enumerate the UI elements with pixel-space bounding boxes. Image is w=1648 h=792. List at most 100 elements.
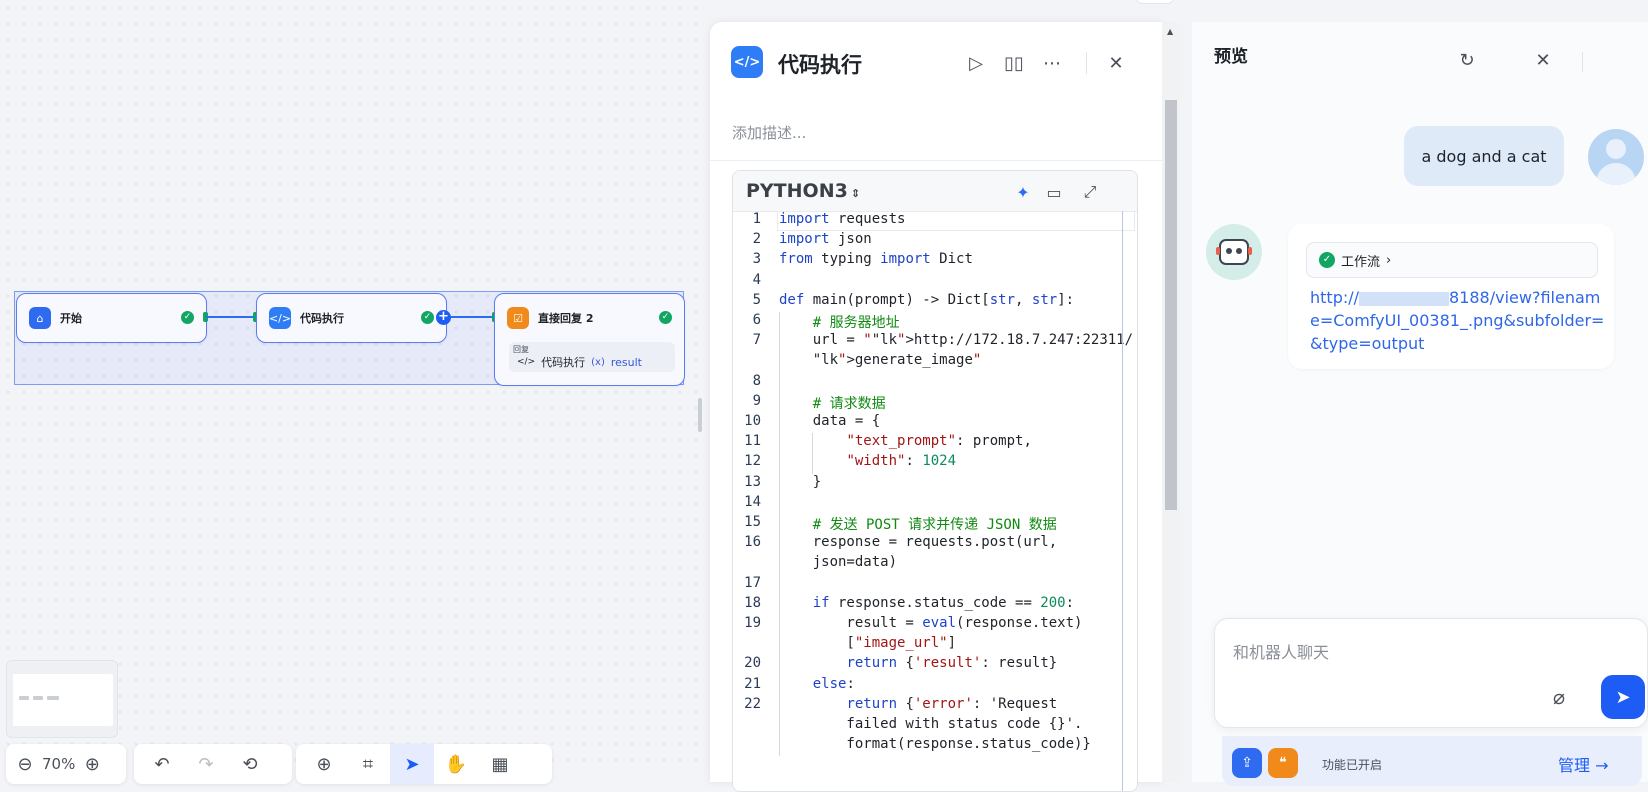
code-line[interactable]: ["image_url"] xyxy=(733,635,1137,656)
edge-start-code xyxy=(206,316,256,318)
more-icon[interactable]: ⋯ xyxy=(1039,50,1065,76)
code-text: url = ""lk">http://172.18.7.247:22311/ xyxy=(812,332,1134,349)
code-line[interactable]: 4 xyxy=(733,272,1137,293)
close-icon[interactable]: ✕ xyxy=(1530,47,1556,73)
code-line[interactable]: 1 import requests xyxy=(733,211,1137,232)
layout-icon[interactable]: ▦ xyxy=(478,744,522,784)
robot-ear xyxy=(1248,247,1252,255)
robot-eye xyxy=(1236,248,1242,254)
code-line[interactable]: json=data) xyxy=(733,554,1137,575)
upload-folder-icon[interactable]: ⇪ xyxy=(1232,748,1262,778)
code-area[interactable]: 1 import requests 2 import json 3 from typing… xyxy=(733,211,1137,791)
code-line[interactable]: 10 data = { xyxy=(733,413,1137,434)
paperclip-icon[interactable]: ⌀ xyxy=(1545,683,1573,711)
language-select[interactable]: PYTHON3 ⇕ xyxy=(746,180,860,202)
code-line[interactable]: 9 # 请求数据 xyxy=(733,393,1137,414)
code-line[interactable]: 8 xyxy=(733,373,1137,394)
user-avatar xyxy=(1588,129,1644,185)
code-line[interactable]: 11 "text_prompt": prompt, xyxy=(733,433,1137,454)
code-line[interactable]: 18 if response.status_code == 200: xyxy=(733,595,1137,616)
code-line[interactable]: 5 def main(prompt) -> Dict[str, str]: xyxy=(733,292,1137,313)
workflow-canvas[interactable]: ⌂ 开始 ✓ </> 代码执行 ✓ + ☑ 直接回复 2 ✓ 回复 </> 代码… xyxy=(0,0,1174,784)
line-number: 5 xyxy=(752,291,761,308)
code-line[interactable]: 15 # 发送 POST 请求并传递 JSON 数据 xyxy=(733,514,1137,535)
chat-input-box[interactable]: 和机器人聊天 ⌀ ➤ xyxy=(1214,618,1648,728)
code-line[interactable]: 17 xyxy=(733,575,1137,596)
code-line[interactable]: 21 else: xyxy=(733,676,1137,697)
minimap-node xyxy=(33,696,43,700)
line-number: 13 xyxy=(744,473,761,490)
send-icon: ➤ xyxy=(1615,686,1631,708)
code-line[interactable]: 20 return {'result': result} xyxy=(733,655,1137,676)
minimap[interactable] xyxy=(6,660,118,738)
result-link[interactable]: http://8188/view?filename=ComfyUI_00381_… xyxy=(1310,286,1606,355)
send-button[interactable]: ➤ xyxy=(1601,675,1645,719)
top-toolbar-stub[interactable] xyxy=(1136,0,1174,4)
refresh-icon[interactable]: ↻ xyxy=(1454,47,1480,73)
code-line[interactable]: format(response.status_code)} xyxy=(733,736,1137,757)
docs-book-icon[interactable]: ▯▯ xyxy=(1001,50,1027,76)
code-line[interactable]: 14 xyxy=(733,494,1137,515)
run-icon[interactable]: ▷ xyxy=(963,50,989,76)
quote-icon[interactable]: ❝ xyxy=(1268,748,1298,778)
undo-icon[interactable]: ↶ xyxy=(140,744,184,784)
code-text: else: xyxy=(812,675,855,692)
manage-link[interactable]: 管理 → xyxy=(1558,752,1609,776)
code-text: # 服务器地址 xyxy=(779,315,900,331)
description-input[interactable]: 添加描述... xyxy=(732,122,806,143)
code-line[interactable]: 12 "width": 1024 xyxy=(733,453,1137,474)
panel-scrollbar[interactable]: ▲ xyxy=(1162,22,1180,782)
code-text: def main(prompt) -> Dict[str, str]: xyxy=(779,291,1075,308)
add-node-plus-icon[interactable]: + xyxy=(436,310,451,325)
scrollbar-thumb[interactable] xyxy=(1165,100,1177,510)
node-code-exec[interactable]: </> 代码执行 ✓ xyxy=(256,293,447,343)
code-line[interactable]: failed with status code {}'. xyxy=(733,716,1137,737)
chat-input-placeholder[interactable]: 和机器人聊天 xyxy=(1233,639,1329,663)
line-number: 6 xyxy=(752,312,761,328)
zoom-in-icon[interactable]: ⊕ xyxy=(79,744,105,784)
panel-title[interactable]: 代码执行 xyxy=(778,49,862,79)
redacted-host xyxy=(1359,291,1450,306)
node-start[interactable]: ⌂ 开始 ✓ xyxy=(16,293,207,343)
workflow-status-pill[interactable]: ✓ 工作流 › xyxy=(1306,242,1598,278)
line-number: 11 xyxy=(744,433,761,450)
code-line[interactable]: 19 result = eval(response.text) xyxy=(733,615,1137,636)
code-icon: </> xyxy=(517,357,536,367)
code-editor[interactable]: PYTHON3 ⇕ ✦ ▭ ⤢ 1 import requests 2 import j… xyxy=(732,170,1138,792)
hand-icon[interactable]: ✋ xyxy=(434,744,478,784)
line-number: 15 xyxy=(744,514,761,530)
pointer-icon[interactable]: ➤ xyxy=(390,744,434,784)
close-icon[interactable]: ✕ xyxy=(1103,50,1129,76)
code-line[interactable]: "lk">generate_image" xyxy=(733,352,1137,373)
code-line[interactable]: 7 url = ""lk">http://172.18.7.247:22311/ xyxy=(733,332,1137,353)
clipboard-icon[interactable]: ▭ xyxy=(1043,181,1065,203)
line-number: 1 xyxy=(752,211,761,227)
code-line[interactable]: 16 response = requests.post(url, xyxy=(733,534,1137,555)
code-line[interactable]: 13 } xyxy=(733,474,1137,495)
expand-icon[interactable]: ⤢ xyxy=(1079,181,1101,203)
line-number: 21 xyxy=(744,675,761,692)
code-line[interactable]: 6 # 服务器地址 xyxy=(733,312,1137,333)
crop-icon[interactable]: ⌗ xyxy=(346,744,390,784)
zoom-out-icon[interactable]: ⊖ xyxy=(12,744,38,784)
success-check-icon: ✓ xyxy=(181,311,194,324)
scroll-up-icon[interactable]: ▲ xyxy=(1167,27,1173,36)
edge-code-reply xyxy=(451,316,495,318)
code-line[interactable]: 2 import json xyxy=(733,231,1137,252)
feature-bar: ⇪ ❝ 功能已开启 管理 → xyxy=(1222,736,1642,786)
node-direct-reply[interactable]: ☑ 直接回复 2 ✓ 回复 </> 代码执行 (x) result xyxy=(494,293,685,386)
redo-icon[interactable]: ↷ xyxy=(184,744,228,784)
minimap-viewport xyxy=(13,674,113,726)
chevron-right-icon: › xyxy=(1386,252,1392,268)
panel-resize-handle[interactable] xyxy=(698,398,702,432)
ai-sparkle-icon[interactable]: ✦ xyxy=(1012,181,1034,203)
history-icon[interactable]: ⟲ xyxy=(228,744,272,784)
ref-variable-name: result xyxy=(610,355,642,369)
node-title: 代码执行 xyxy=(300,312,344,325)
line-number: 12 xyxy=(744,453,761,470)
code-line[interactable]: 3 from typing import Dict xyxy=(733,251,1137,272)
zoom-level[interactable]: 70% xyxy=(38,755,79,773)
feature-status: 功能已开启 xyxy=(1322,758,1383,772)
code-line[interactable]: 22 return {'error': 'Request xyxy=(733,696,1137,717)
add-node-icon[interactable]: ⊕ xyxy=(302,744,346,784)
